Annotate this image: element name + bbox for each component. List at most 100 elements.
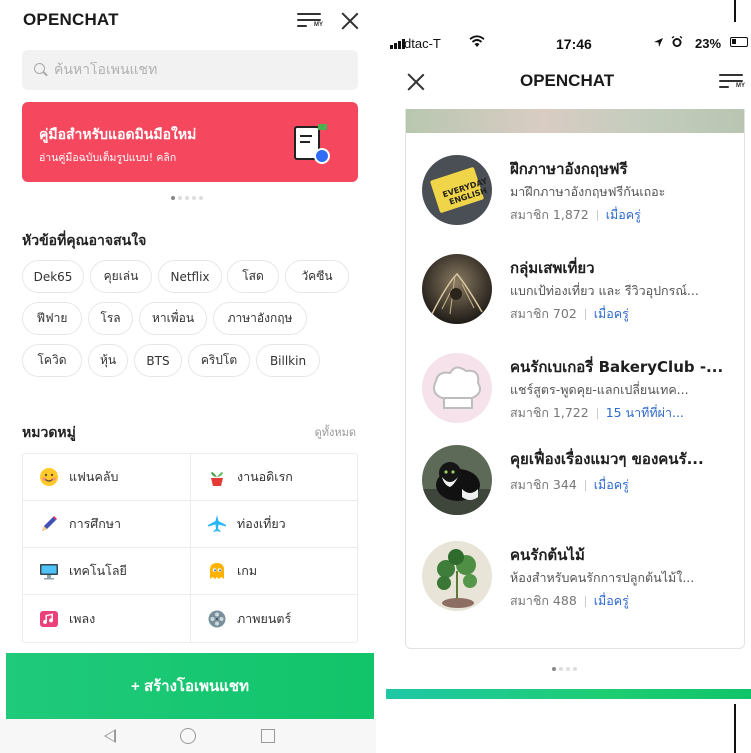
search-input[interactable] xyxy=(54,62,334,78)
smiley-face-icon xyxy=(39,467,59,487)
category-travel[interactable]: ท่องเที่ยว xyxy=(190,501,357,548)
create-openchat-button[interactable]: + สร้างโอเพนแชท xyxy=(6,653,374,719)
previous-card-image xyxy=(406,109,744,133)
category-label: ภาพยนตร์ xyxy=(237,610,292,626)
room-avatar xyxy=(422,254,492,324)
topic-chip[interactable]: หุ้น xyxy=(88,344,128,377)
openchat-room-item[interactable]: คนรักต้นไม้ ห้องสำหรับคนรักการปลูกต้นไม้… xyxy=(422,535,742,615)
category-label: แฟนคลับ xyxy=(69,469,119,484)
room-meta: สมาชิก 1,872 เมื่อครู่ xyxy=(510,205,641,225)
battery-percent: 23% xyxy=(695,36,722,51)
category-label: ท่องเที่ยว xyxy=(237,516,286,531)
topic-chip[interactable]: โรล xyxy=(88,302,133,335)
topic-chip[interactable]: BTS xyxy=(134,344,182,377)
last-active: เมื่อครู่ xyxy=(593,477,629,492)
category-label: เพลง xyxy=(69,610,96,626)
member-count: สมาชิก 344 xyxy=(510,477,577,492)
category-fanclub[interactable]: แฟนคลับ xyxy=(23,454,190,501)
topic-chip[interactable]: หาเพื่อน xyxy=(139,302,207,335)
topic-chip[interactable]: Netflix xyxy=(158,260,222,293)
room-name: กลุ่มเสพเที่ยว xyxy=(510,259,595,277)
last-active: เมื่อครู่ xyxy=(593,593,629,608)
room-avatar: EVERYDAY ENGLISH xyxy=(422,155,492,225)
film-reel-icon xyxy=(207,609,227,629)
home-circle-icon[interactable] xyxy=(180,728,196,744)
category-label: เทคโนโลยี xyxy=(69,563,127,578)
room-description: แชร์สูตร-พูดคุย-แลกเปลี่ยนเทค... xyxy=(510,382,689,397)
room-description: แบกเป้ท่องเที่ยว และ รีวิวอุปกรณ์... xyxy=(510,283,699,298)
clock: 17:46 xyxy=(556,36,592,52)
category-game[interactable]: เกม xyxy=(190,548,357,595)
category-movies[interactable]: ภาพยนตร์ xyxy=(190,595,357,642)
search-icon xyxy=(34,63,48,77)
create-openchat-bar[interactable] xyxy=(386,689,751,699)
recent-apps-square-icon[interactable] xyxy=(261,729,275,743)
room-meta: สมาชิก 702 เมื่อครู่ xyxy=(510,304,629,324)
ios-status-bar: dtac-T 17:46 23% xyxy=(386,25,751,65)
room-name: ฝึกภาษาอังกฤษฟรี xyxy=(510,160,628,178)
topics-title: หัวข้อที่คุณอาจสนใจ xyxy=(22,233,147,249)
last-active: 15 นาทีที่ผ่า... xyxy=(605,405,684,420)
plant-pot-icon xyxy=(207,467,227,487)
banner-title: คู่มือสำหรับแอดมินมือใหม่ xyxy=(39,127,197,143)
openchat-logo: OPENCHAT xyxy=(23,10,119,29)
openchat-logo: OPENCHAT xyxy=(520,71,615,90)
topic-chip[interactable]: คริปโต xyxy=(188,344,250,377)
banner-pagination xyxy=(171,196,203,200)
my-menu-icon[interactable]: MY xyxy=(297,12,323,30)
room-meta: สมาชิก 1,722 15 นาทีที่ผ่า... xyxy=(510,403,684,423)
left-header: OPENCHAT MY xyxy=(0,0,376,42)
room-avatar xyxy=(422,445,492,515)
category-grid: แฟนคลับ งานอดิเรก การศึกษา ท่องเที่ยว เท… xyxy=(22,453,358,643)
topic-chip[interactable]: Billkin xyxy=(256,344,320,377)
alarm-clock-icon xyxy=(671,35,683,51)
close-icon[interactable] xyxy=(340,11,360,31)
left-screen: OPENCHAT MY คู่มือสำหรับแอดมินมือใหม่ อ่… xyxy=(0,0,376,753)
topic-chip[interactable]: Dek65 xyxy=(22,260,84,293)
carrier-name: dtac-T xyxy=(404,36,441,51)
ghost-icon xyxy=(207,561,227,581)
openchat-room-item[interactable]: คนรักเบเกอรี่ BakeryClub -... แชร์สูตร-พ… xyxy=(422,347,742,427)
last-active: เมื่อครู่ xyxy=(593,306,629,321)
topic-chip[interactable]: ภาษาอังกฤษ xyxy=(213,302,307,335)
topic-chip[interactable]: ฟีฟาย xyxy=(22,302,82,335)
android-nav-bar xyxy=(0,719,376,753)
topic-chip[interactable]: คุยเล่น xyxy=(90,260,152,293)
recommended-rooms-card: EVERYDAY ENGLISH ฝึกภาษาอังกฤษฟรี มาฝึกภา… xyxy=(405,109,745,649)
my-menu-icon[interactable]: MY xyxy=(719,73,745,91)
category-hobby[interactable]: งานอดิเรก xyxy=(190,454,357,501)
room-meta: สมาชิก 488 เมื่อครู่ xyxy=(510,591,629,611)
member-count: สมาชิก 1,872 xyxy=(510,207,589,222)
member-count: สมาชิก 488 xyxy=(510,593,577,608)
category-label: งานอดิเรก xyxy=(237,469,293,484)
category-education[interactable]: การศึกษา xyxy=(23,501,190,548)
banner-subtitle: อ่านคู่มือฉบับเต็มรูปแบบ! คลิก xyxy=(39,152,177,164)
close-icon[interactable] xyxy=(406,72,426,92)
search-bar[interactable] xyxy=(22,50,358,90)
category-technology[interactable]: เทคโนโลยี xyxy=(23,548,190,595)
back-triangle-icon[interactable] xyxy=(104,729,116,743)
location-arrow-icon xyxy=(653,37,664,51)
openchat-room-item[interactable]: EVERYDAY ENGLISH ฝึกภาษาอังกฤษฟรี มาฝึกภา… xyxy=(422,149,742,229)
categories-title: หมวดหมู่ xyxy=(22,425,76,441)
room-name: คนรักเบเกอรี่ BakeryClub -... xyxy=(510,358,724,376)
category-label: เกม xyxy=(237,563,258,578)
room-avatar xyxy=(422,541,492,611)
openchat-room-item[interactable]: คุยเฟื่องเรื่องแมวๆ ของคนรั... สมาชิก 34… xyxy=(422,439,742,519)
last-active: เมื่อครู่ xyxy=(605,207,641,222)
topic-chip[interactable]: โสด xyxy=(227,260,279,293)
category-music[interactable]: เพลง xyxy=(23,595,190,642)
room-name: คนรักต้นไม้ xyxy=(510,546,585,564)
card-pagination xyxy=(552,667,577,671)
battery-icon xyxy=(730,37,748,47)
member-count: สมาชิก 1,722 xyxy=(510,405,589,420)
topic-chip[interactable]: วัคซีน xyxy=(285,260,349,293)
room-meta: สมาชิก 344 เมื่อครู่ xyxy=(510,475,629,495)
see-all-link[interactable]: ดูทั้งหมด xyxy=(315,423,356,441)
openchat-room-item[interactable]: กลุ่มเสพเที่ยว แบกเป้ท่องเที่ยว และ รีวิ… xyxy=(422,248,742,328)
admin-badge-icon xyxy=(314,148,330,164)
member-count: สมาชิก 702 xyxy=(510,306,577,321)
topic-chip[interactable]: โควิด xyxy=(22,344,82,377)
room-name: คุยเฟื่องเรื่องแมวๆ ของคนรั... xyxy=(510,450,704,468)
admin-guide-banner[interactable]: คู่มือสำหรับแอดมินมือใหม่ อ่านคู่มือฉบับ… xyxy=(22,102,358,182)
